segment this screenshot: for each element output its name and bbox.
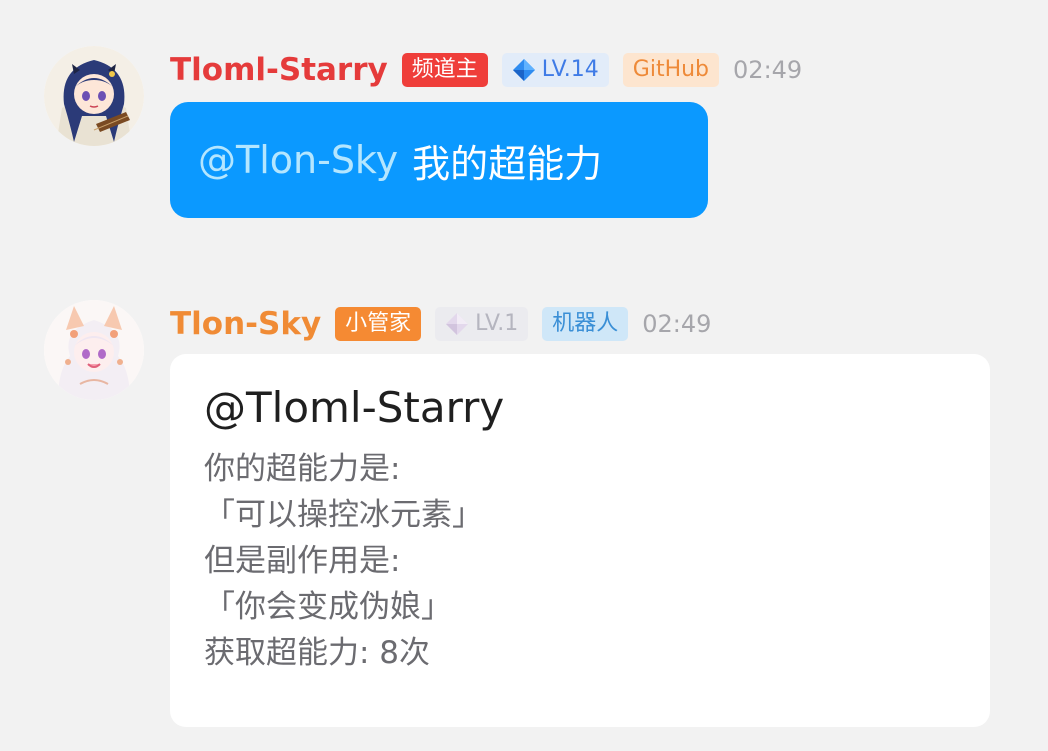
- avatar[interactable]: [44, 300, 144, 400]
- message-line: 但是副作用是:: [204, 543, 401, 579]
- role-badge: 频道主: [401, 53, 488, 87]
- role-badge: 小管家: [335, 307, 422, 341]
- message-line: 你的超能力是:: [204, 451, 401, 487]
- mention-link[interactable]: @Tlon-Sky: [198, 138, 398, 182]
- mention-link[interactable]: @Tloml-Starry: [204, 380, 956, 436]
- message-line: 「你会变成伪娘」: [204, 589, 452, 625]
- tag-badge: 机器人: [542, 307, 629, 341]
- message-line: 获取超能力: 8次: [204, 635, 431, 671]
- chat-view: Tloml-Starry 频道主 LV.14 GitHub 02:49 @Tlo…: [0, 0, 1048, 751]
- message-text: 我的超能力: [412, 141, 603, 186]
- blue-diamond-icon: [512, 59, 535, 81]
- message-bubble[interactable]: @Tloml-Starry 你的超能力是: 「可以操控冰元素」 但是副作用是: …: [170, 354, 990, 727]
- avatar-illustration: [44, 300, 144, 400]
- timestamp: 02:49: [642, 310, 712, 338]
- level-text: LV.14: [541, 57, 599, 82]
- sender-name[interactable]: Tlon-Sky: [170, 304, 321, 344]
- message-body: 你的超能力是: 「可以操控冰元素」 但是副作用是: 「你会变成伪娘」 获取超能力…: [204, 446, 956, 676]
- message-line: 「可以操控冰元素」: [204, 497, 483, 533]
- message-header: Tloml-Starry 频道主 LV.14 GitHub 02:49: [170, 50, 802, 90]
- tag-badge: GitHub: [622, 53, 720, 87]
- timestamp: 02:49: [733, 56, 803, 84]
- sender-name[interactable]: Tloml-Starry: [170, 50, 388, 90]
- avatar[interactable]: [44, 46, 144, 146]
- pale-diamond-icon: [446, 313, 469, 335]
- message-header: Tlon-Sky 小管家 LV.1 机器人 02:49: [170, 304, 711, 344]
- level-badge: LV.14: [501, 53, 609, 87]
- avatar-illustration: [44, 46, 144, 146]
- message-bubble[interactable]: @Tlon-Sky 我的超能力: [170, 102, 708, 218]
- level-text: LV.1: [475, 311, 519, 336]
- level-badge: LV.1: [435, 307, 529, 341]
